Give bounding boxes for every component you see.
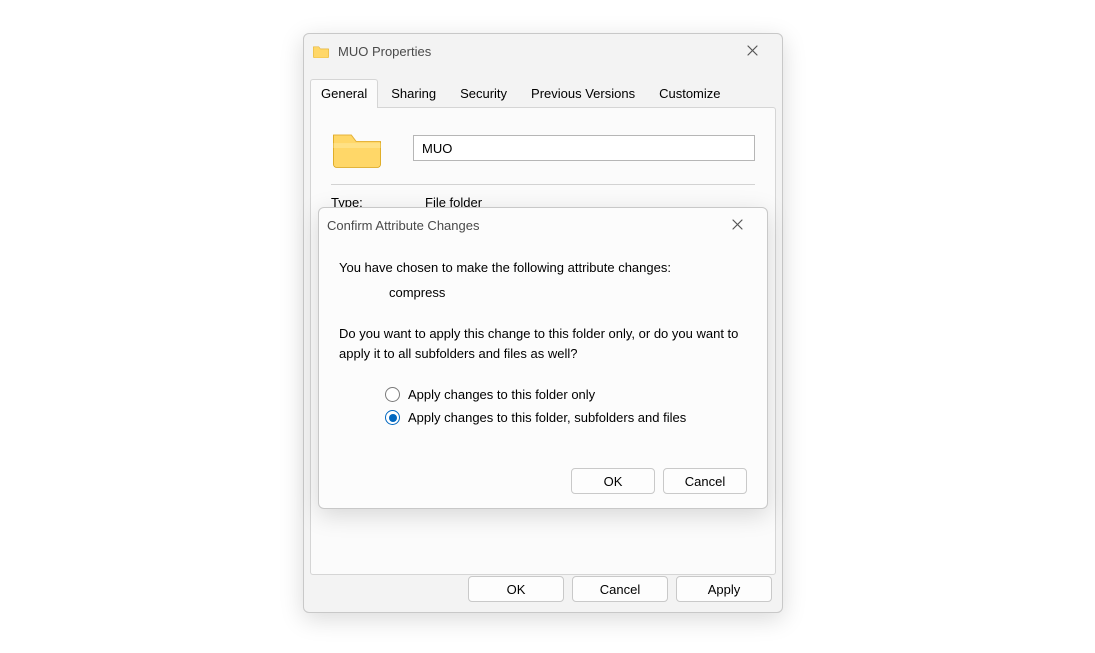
radio-dot-icon (389, 414, 397, 422)
properties-title-text: MUO Properties (338, 44, 431, 59)
folder-icon (312, 44, 330, 58)
tab-customize[interactable]: Customize (648, 79, 731, 108)
name-row (331, 126, 755, 170)
radio-all[interactable] (385, 410, 400, 425)
confirm-ok-button[interactable]: OK (571, 468, 655, 494)
tab-sharing[interactable]: Sharing (380, 79, 447, 108)
close-icon (747, 44, 758, 59)
tab-security[interactable]: Security (449, 79, 518, 108)
confirm-titlebar: Confirm Attribute Changes (319, 208, 767, 242)
properties-ok-button[interactable]: OK (468, 576, 564, 602)
radio-all-label: Apply changes to this folder, subfolders… (408, 410, 686, 425)
properties-tabs: General Sharing Security Previous Versio… (304, 78, 782, 107)
confirm-buttons: OK Cancel (339, 468, 747, 494)
folder-icon (331, 126, 383, 170)
divider (331, 184, 755, 185)
properties-titlebar: MUO Properties (304, 34, 782, 68)
properties-apply-button[interactable]: Apply (676, 576, 772, 602)
tab-previous[interactable]: Previous Versions (520, 79, 646, 108)
radio-all-row[interactable]: Apply changes to this folder, subfolders… (385, 410, 747, 425)
tab-general[interactable]: General (310, 79, 378, 108)
confirm-radio-group: Apply changes to this folder only Apply … (385, 379, 747, 433)
confirm-close-button[interactable] (715, 210, 759, 240)
properties-cancel-button[interactable]: Cancel (572, 576, 668, 602)
properties-buttons: OK Cancel Apply (468, 576, 772, 602)
radio-folder-only-label: Apply changes to this folder only (408, 387, 595, 402)
confirm-cancel-button[interactable]: Cancel (663, 468, 747, 494)
confirm-dialog: Confirm Attribute Changes You have chose… (318, 207, 768, 509)
confirm-title-text: Confirm Attribute Changes (327, 218, 479, 233)
confirm-attribute: compress (389, 285, 747, 300)
properties-title: MUO Properties (312, 44, 730, 59)
properties-close-button[interactable] (730, 36, 774, 66)
confirm-intro: You have chosen to make the following at… (339, 260, 747, 275)
radio-folder-only[interactable] (385, 387, 400, 402)
confirm-title: Confirm Attribute Changes (327, 218, 715, 233)
confirm-body: You have chosen to make the following at… (319, 242, 767, 508)
folder-name-input[interactable] (413, 135, 755, 161)
radio-folder-only-row[interactable]: Apply changes to this folder only (385, 387, 747, 402)
close-icon (732, 218, 743, 233)
confirm-question: Do you want to apply this change to this… (339, 324, 747, 363)
